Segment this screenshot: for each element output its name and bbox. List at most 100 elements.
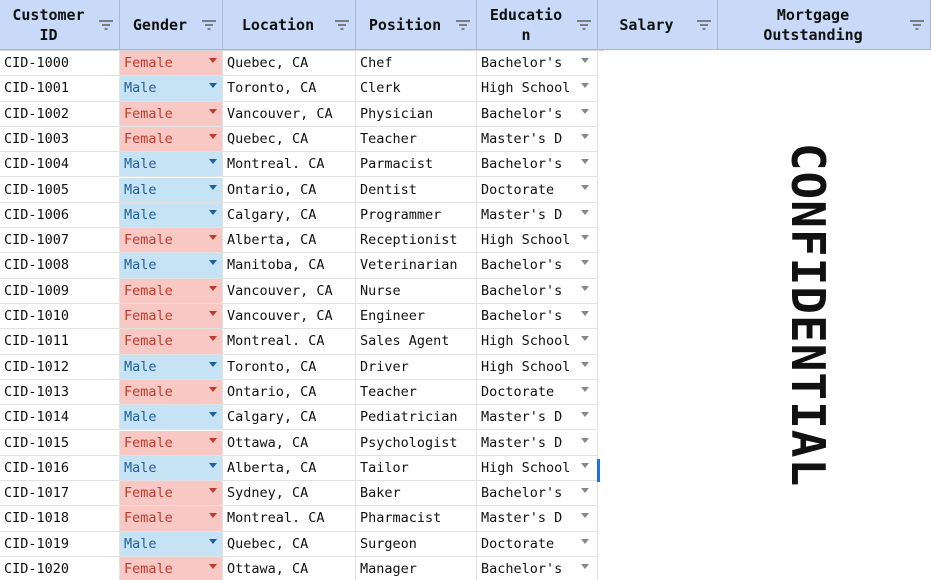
education-dropdown-cell[interactable]: Doctorate: [477, 177, 598, 203]
filter-icon[interactable]: [575, 18, 593, 32]
gender-dropdown-cell[interactable]: Female: [120, 506, 223, 532]
location-cell[interactable]: Alberta, CA: [223, 228, 356, 254]
dropdown-arrow-icon[interactable]: [581, 462, 589, 468]
customer-id-cell[interactable]: CID-1018: [0, 506, 120, 532]
location-cell[interactable]: Calgary, CA: [223, 405, 356, 431]
location-cell[interactable]: Quebec, CA: [223, 51, 356, 77]
gender-dropdown-cell[interactable]: Female: [120, 101, 223, 127]
dropdown-arrow-icon[interactable]: [581, 235, 589, 241]
position-cell[interactable]: Physician: [356, 101, 477, 127]
customer-id-cell[interactable]: CID-1019: [0, 531, 120, 557]
customer-id-cell[interactable]: CID-1017: [0, 481, 120, 507]
education-dropdown-cell[interactable]: Bachelor's: [477, 304, 598, 330]
location-cell[interactable]: Montreal. CA: [223, 329, 356, 355]
gender-dropdown-cell[interactable]: Female: [120, 481, 223, 507]
filter-icon[interactable]: [97, 18, 115, 32]
customer-id-cell[interactable]: CID-1005: [0, 177, 120, 203]
dropdown-arrow-icon[interactable]: [209, 108, 217, 114]
position-cell[interactable]: Dentist: [356, 177, 477, 203]
position-cell[interactable]: Veterinarian: [356, 253, 477, 279]
education-dropdown-cell[interactable]: High School: [477, 76, 598, 102]
dropdown-arrow-icon[interactable]: [209, 285, 217, 291]
customer-id-cell[interactable]: CID-1020: [0, 557, 120, 580]
dropdown-arrow-icon[interactable]: [209, 564, 217, 569]
gender-dropdown-cell[interactable]: Female: [120, 430, 223, 456]
column-header-location[interactable]: Location: [223, 0, 356, 50]
position-cell[interactable]: Clerk: [356, 76, 477, 102]
gender-dropdown-cell[interactable]: Male: [120, 354, 223, 380]
location-cell[interactable]: Montreal. CA: [223, 152, 356, 178]
customer-id-cell[interactable]: CID-1013: [0, 379, 120, 406]
dropdown-arrow-icon[interactable]: [209, 538, 217, 544]
dropdown-arrow-icon[interactable]: [209, 235, 217, 241]
column-header-customer_id[interactable]: Customer ID: [0, 0, 120, 50]
column-header-education[interactable]: Educatio n: [477, 0, 598, 50]
dropdown-arrow-icon[interactable]: [581, 386, 589, 392]
column-header-position[interactable]: Position: [356, 0, 477, 50]
education-dropdown-cell[interactable]: Master's D: [477, 202, 598, 229]
location-cell[interactable]: Alberta, CA: [223, 455, 356, 482]
customer-id-cell[interactable]: CID-1000: [0, 51, 120, 77]
filter-icon[interactable]: [695, 18, 713, 32]
gender-dropdown-cell[interactable]: Female: [120, 304, 223, 330]
gender-dropdown-cell[interactable]: Male: [120, 253, 223, 279]
dropdown-arrow-icon[interactable]: [209, 488, 217, 494]
location-cell[interactable]: Vancouver, CA: [223, 101, 356, 127]
filter-icon[interactable]: [908, 18, 926, 32]
education-dropdown-cell[interactable]: Bachelor's: [477, 101, 598, 127]
education-dropdown-cell[interactable]: Master's D: [477, 126, 598, 153]
location-cell[interactable]: Toronto, CA: [223, 76, 356, 102]
position-cell[interactable]: Programmer: [356, 202, 477, 229]
dropdown-arrow-icon[interactable]: [581, 133, 589, 139]
gender-dropdown-cell[interactable]: Female: [120, 379, 223, 406]
gender-dropdown-cell[interactable]: Female: [120, 126, 223, 153]
customer-id-cell[interactable]: CID-1003: [0, 126, 120, 153]
position-cell[interactable]: Surgeon: [356, 531, 477, 557]
customer-id-cell[interactable]: CID-1004: [0, 152, 120, 178]
position-cell[interactable]: Teacher: [356, 379, 477, 406]
position-cell[interactable]: Manager: [356, 557, 477, 580]
position-cell[interactable]: Tailor: [356, 455, 477, 482]
dropdown-arrow-icon[interactable]: [209, 209, 217, 215]
position-cell[interactable]: Parmacist: [356, 152, 477, 178]
position-cell[interactable]: Nurse: [356, 278, 477, 304]
dropdown-arrow-icon[interactable]: [209, 437, 217, 443]
dropdown-arrow-icon[interactable]: [209, 386, 217, 392]
customer-id-cell[interactable]: CID-1006: [0, 202, 120, 229]
gender-dropdown-cell[interactable]: Male: [120, 405, 223, 431]
dropdown-arrow-icon[interactable]: [209, 412, 217, 418]
filter-icon[interactable]: [454, 18, 472, 32]
customer-id-cell[interactable]: CID-1011: [0, 329, 120, 355]
gender-dropdown-cell[interactable]: Male: [120, 455, 223, 482]
education-dropdown-cell[interactable]: Doctorate: [477, 379, 598, 406]
location-cell[interactable]: Quebec, CA: [223, 126, 356, 153]
location-cell[interactable]: Manitoba, CA: [223, 253, 356, 279]
location-cell[interactable]: Montreal. CA: [223, 506, 356, 532]
education-dropdown-cell[interactable]: Bachelor's: [477, 152, 598, 178]
location-cell[interactable]: Ottawa, CA: [223, 557, 356, 580]
dropdown-arrow-icon[interactable]: [209, 513, 217, 519]
education-dropdown-cell[interactable]: Master's D: [477, 405, 598, 431]
dropdown-arrow-icon[interactable]: [581, 260, 589, 266]
education-dropdown-cell[interactable]: High School: [477, 354, 598, 380]
customer-id-cell[interactable]: CID-1008: [0, 253, 120, 279]
customer-id-cell[interactable]: CID-1009: [0, 278, 120, 304]
filter-icon[interactable]: [200, 18, 218, 32]
gender-dropdown-cell[interactable]: Male: [120, 177, 223, 203]
education-dropdown-cell[interactable]: High School: [477, 329, 598, 355]
gender-dropdown-cell[interactable]: Female: [120, 228, 223, 254]
dropdown-arrow-icon[interactable]: [209, 361, 217, 367]
education-dropdown-cell[interactable]: Bachelor's: [477, 481, 598, 507]
position-cell[interactable]: Teacher: [356, 126, 477, 153]
education-dropdown-cell[interactable]: Master's D: [477, 506, 598, 532]
education-dropdown-cell[interactable]: Bachelor's: [477, 278, 598, 304]
dropdown-arrow-icon[interactable]: [209, 260, 217, 266]
dropdown-arrow-icon[interactable]: [581, 159, 589, 165]
education-dropdown-cell[interactable]: Bachelor's: [477, 51, 598, 77]
dropdown-arrow-icon[interactable]: [209, 133, 217, 139]
position-cell[interactable]: Baker: [356, 481, 477, 507]
position-cell[interactable]: Pharmacist: [356, 506, 477, 532]
dropdown-arrow-icon[interactable]: [581, 285, 589, 291]
location-cell[interactable]: Calgary, CA: [223, 202, 356, 229]
gender-dropdown-cell[interactable]: Female: [120, 557, 223, 580]
